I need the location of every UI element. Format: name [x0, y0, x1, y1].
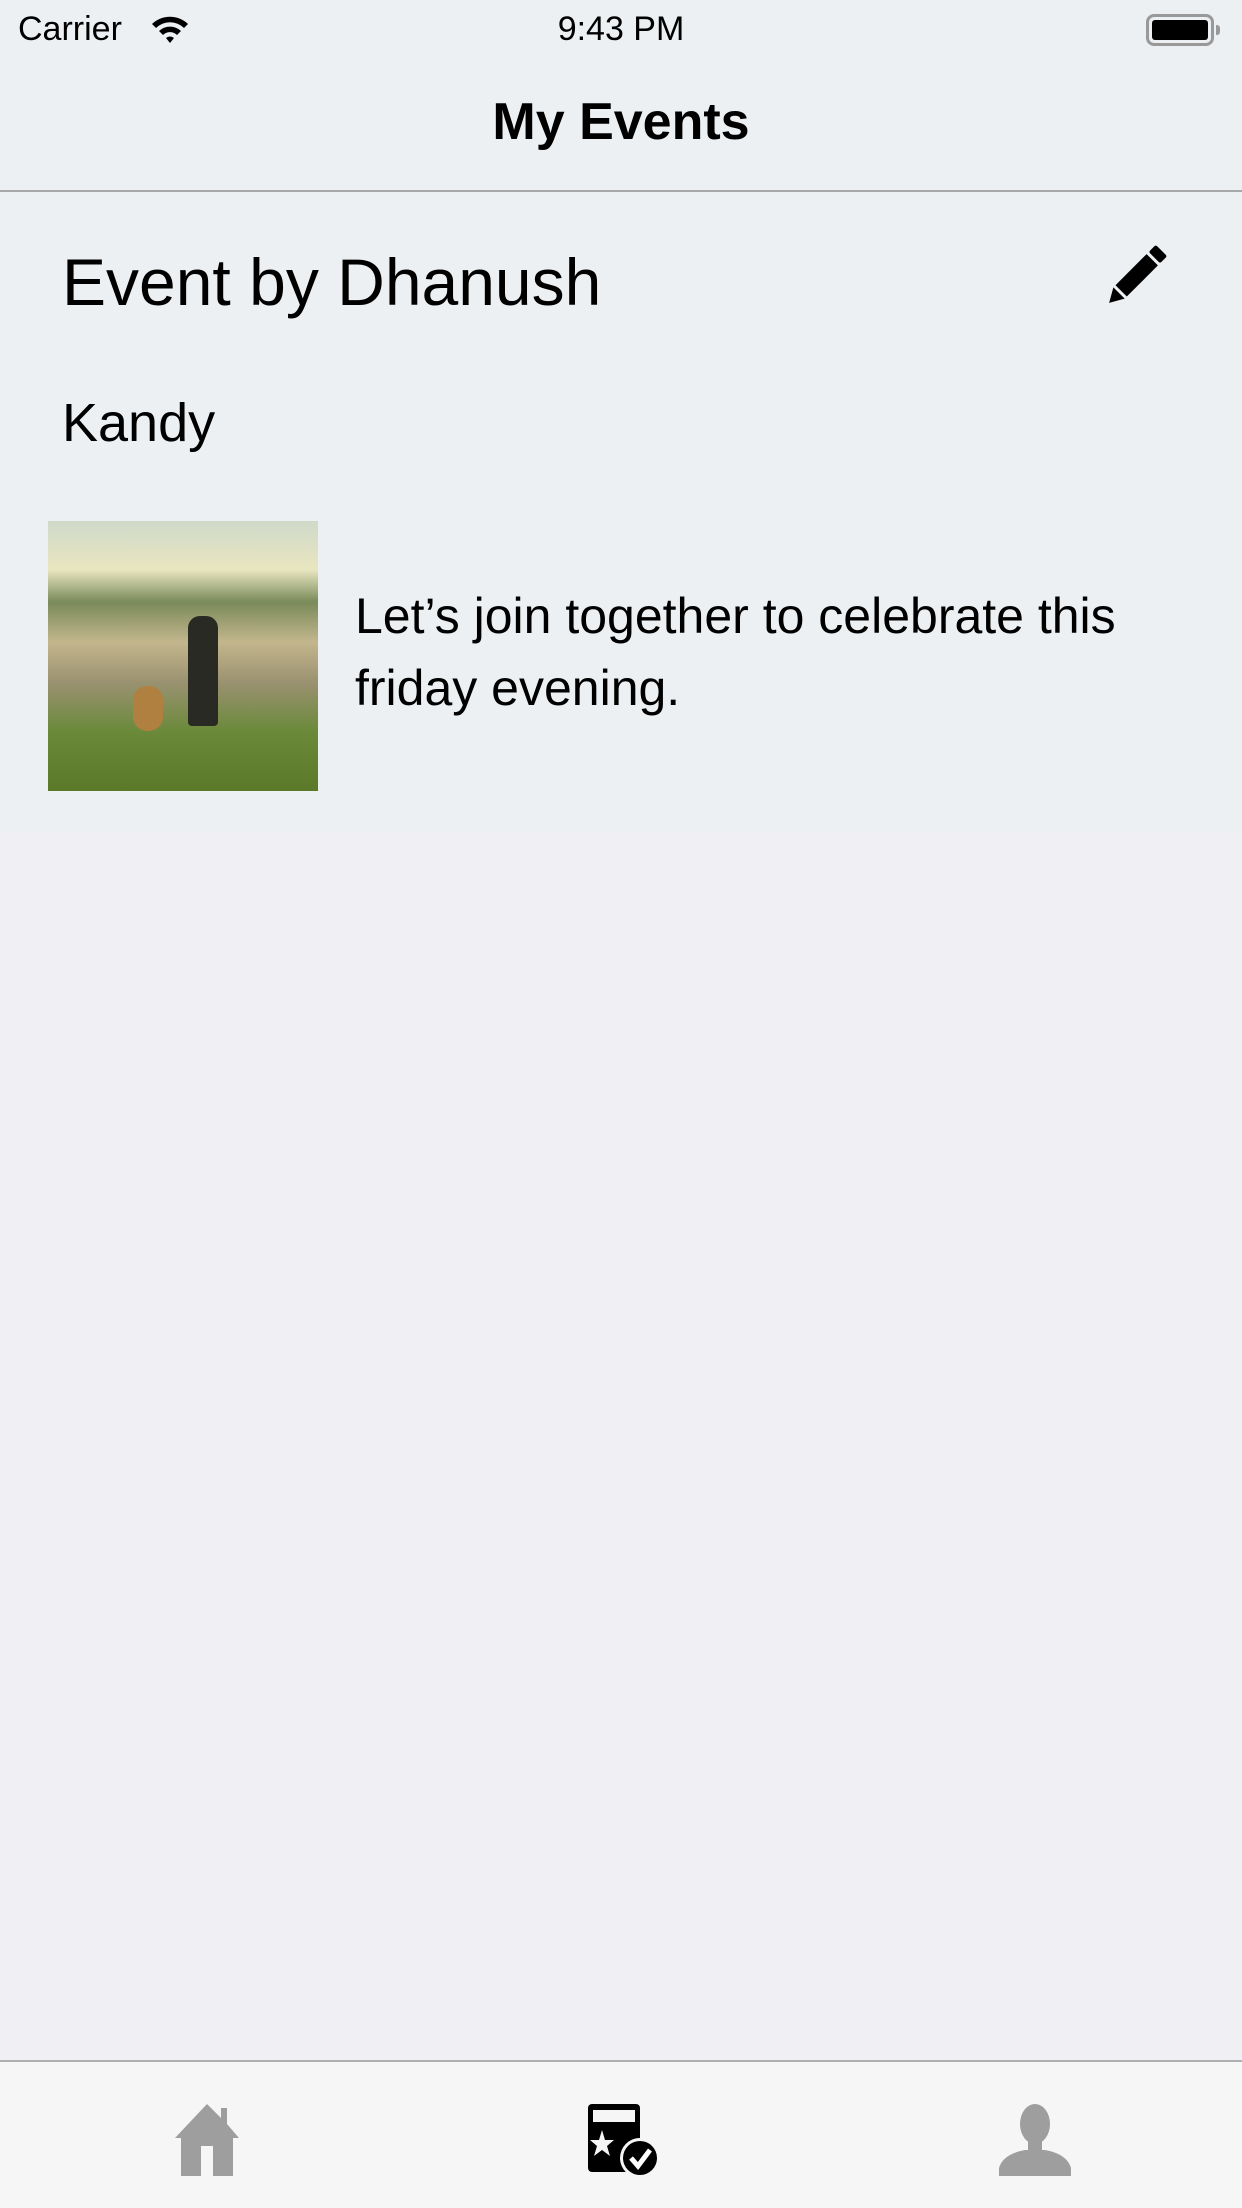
my-events-icon[interactable] — [584, 2100, 664, 2180]
event-title: Event by Dhanush — [62, 245, 602, 319]
event-location: Kandy — [62, 393, 216, 453]
navigation-bar: My Events — [0, 62, 1242, 192]
event-image — [48, 521, 318, 791]
clock: 9:43 PM — [557, 10, 685, 48]
home-icon[interactable] — [167, 2100, 247, 2180]
event-card[interactable]: Event by Dhanush Kandy Let’s join togeth… — [0, 192, 1242, 831]
event-description: Let’s join together to celebrate this fr… — [355, 588, 1116, 716]
hiker-figure — [188, 616, 218, 726]
status-bar: Carrier 9:43 PM — [0, 0, 1242, 62]
pencil-icon[interactable] — [1098, 238, 1174, 314]
battery-icon — [1146, 14, 1220, 46]
page-title: My Events — [492, 93, 750, 151]
dog-figure — [133, 686, 163, 731]
profile-icon[interactable] — [995, 2100, 1075, 2180]
tab-bar — [0, 2060, 1242, 2208]
